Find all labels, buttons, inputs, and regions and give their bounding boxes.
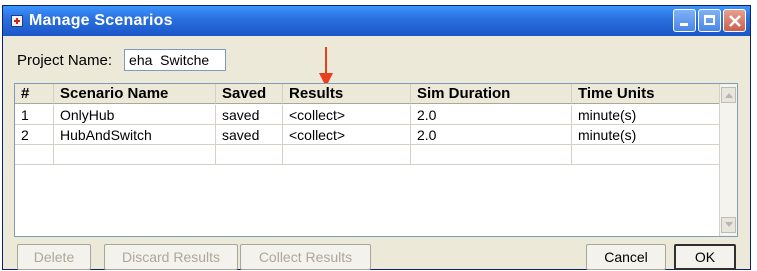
sim-duration-cell[interactable]: 2.0 [411, 125, 572, 145]
scroll-up-icon [725, 93, 733, 98]
collect-results-button[interactable]: Collect Results [240, 244, 371, 270]
maximize-button[interactable] [698, 9, 721, 32]
column-header-results[interactable]: Results [283, 84, 411, 104]
window-title: Manage Scenarios [29, 12, 173, 29]
vertical-scrollbar[interactable] [719, 84, 737, 236]
time-units-cell[interactable]: minute(s) [572, 105, 720, 125]
sim-duration-cell[interactable]: 2.0 [411, 105, 572, 125]
project-name-row: Project Name: [17, 49, 227, 71]
delete-button[interactable]: Delete [17, 244, 91, 270]
table-header: # Scenario Name Saved Results Sim Durati… [15, 84, 720, 104]
cancel-button[interactable]: Cancel [586, 244, 666, 270]
ok-button[interactable]: OK [674, 244, 736, 270]
app-icon [11, 15, 23, 27]
title-bar[interactable]: Manage Scenarios [3, 6, 750, 36]
saved-cell[interactable]: saved [216, 105, 283, 125]
table-row[interactable]: 2 HubAndSwitch saved <collect> 2.0 minut… [15, 125, 720, 145]
column-header-saved[interactable]: Saved [216, 84, 283, 104]
table-row[interactable]: 1 OnlyHub saved <collect> 2.0 minute(s) [15, 105, 720, 125]
column-header-time-units[interactable]: Time Units [572, 84, 720, 104]
column-header-sim-duration[interactable]: Sim Duration [411, 84, 572, 104]
close-icon [729, 15, 741, 27]
scenario-name-cell[interactable]: HubAndSwitch [54, 125, 216, 145]
scenario-name-cell[interactable]: OnlyHub [54, 105, 216, 125]
project-name-label: Project Name: [17, 51, 113, 69]
project-name-input[interactable] [124, 49, 227, 71]
manage-scenarios-dialog: Manage Scenarios Project Name: # Scenari… [2, 5, 751, 270]
column-header-number[interactable]: # [15, 84, 54, 104]
close-button[interactable] [723, 9, 746, 32]
row-number[interactable]: 1 [15, 105, 54, 125]
column-header-scenario-name[interactable]: Scenario Name [54, 84, 216, 104]
scroll-down-icon [725, 222, 733, 227]
results-cell[interactable]: <collect> [283, 125, 411, 145]
scenarios-table: # Scenario Name Saved Results Sim Durati… [14, 83, 738, 237]
time-units-cell[interactable]: minute(s) [572, 125, 720, 145]
window-controls [673, 9, 746, 32]
saved-cell[interactable]: saved [216, 125, 283, 145]
discard-results-button[interactable]: Discard Results [104, 244, 238, 270]
scroll-down-button[interactable] [721, 217, 736, 233]
scroll-up-button[interactable] [721, 87, 736, 103]
results-cell[interactable]: <collect> [283, 105, 411, 125]
minimize-button[interactable] [673, 9, 696, 32]
empty-table-row[interactable] [15, 145, 720, 165]
row-number[interactable]: 2 [15, 125, 54, 145]
